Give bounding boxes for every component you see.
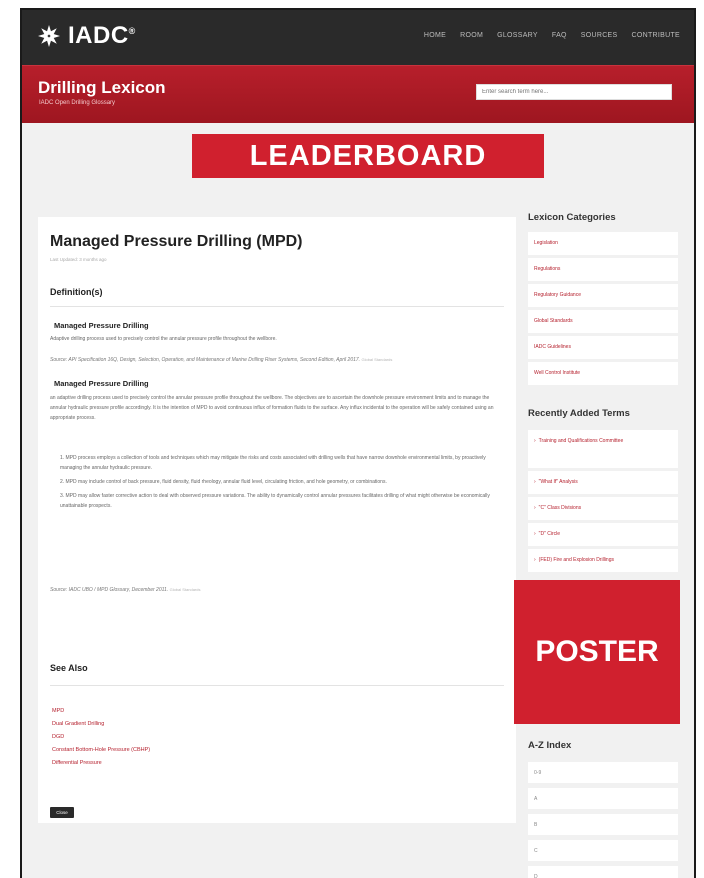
definition-source: Source: API Specification 16Q, Design, S… — [50, 357, 393, 363]
az-index-item[interactable]: B — [528, 814, 678, 835]
see-also-list: MPD Dual Gradient Drilling DGD Constant … — [52, 705, 150, 770]
page-title: Managed Pressure Drilling (MPD) — [50, 233, 303, 250]
category-item[interactable]: Well Control Institute — [528, 362, 678, 385]
leaderboard-ad[interactable]: LEADERBOARD — [192, 134, 544, 178]
site-logo[interactable]: IADC® — [36, 22, 136, 50]
see-also-link[interactable]: Dual Gradient Drilling — [52, 718, 150, 731]
nav-room[interactable]: ROOM — [460, 32, 483, 39]
see-also-heading: See Also — [50, 663, 88, 673]
nav-home[interactable]: HOME — [424, 32, 446, 39]
az-index-item[interactable]: 0-9 — [528, 762, 678, 783]
az-index-list: 0-9 A B C D — [528, 762, 678, 878]
category-item[interactable]: IADC Guidelines — [528, 336, 678, 359]
category-item[interactable]: Legislation — [528, 232, 678, 255]
source-tag[interactable]: Global Standards — [361, 357, 392, 362]
az-index-item[interactable]: D — [528, 866, 678, 878]
chevron-right-icon: › — [534, 479, 536, 485]
definitions-heading: Definition(s) — [50, 287, 103, 297]
iadc-logo-icon — [38, 25, 60, 47]
recent-terms-list: › Training and Qualifications Committee ›… — [528, 430, 678, 575]
chevron-right-icon: › — [534, 438, 536, 444]
az-index-heading: A-Z Index — [528, 740, 572, 751]
recent-term-item[interactable]: › "What If" Analysis — [528, 471, 678, 494]
definition-title: Managed Pressure Drilling — [54, 321, 149, 330]
recent-terms-heading: Recently Added Terms — [528, 408, 630, 419]
chevron-right-icon: › — [534, 505, 536, 511]
see-also-link[interactable]: MPD — [52, 705, 150, 718]
page-frame: IADC® HOME ROOM GLOSSARY FAQ SOURCES CON… — [20, 8, 696, 878]
close-button[interactable]: Close — [50, 807, 74, 818]
see-also-link[interactable]: Differential Pressure — [52, 757, 150, 770]
definition-text: an adaptive drilling process used to pre… — [50, 395, 494, 421]
definition-text: Adaptive drilling process used to precis… — [50, 336, 277, 342]
recent-term-item[interactable]: › "C" Class Divisions — [528, 497, 678, 520]
lexicon-header: Drilling Lexicon IADC Open Drilling Glos… — [22, 65, 694, 123]
list-item: 3. MPD may allow faster corrective actio… — [60, 493, 490, 509]
list-item: 1. MPD process employs a collection of t… — [60, 455, 486, 471]
nav-contribute[interactable]: CONTRIBUTE — [632, 32, 681, 39]
definition-list: 1. MPD process employs a collection of t… — [60, 453, 500, 515]
search-input[interactable] — [476, 84, 672, 100]
az-index-item[interactable]: C — [528, 840, 678, 861]
category-item[interactable]: Global Standards — [528, 310, 678, 333]
category-item[interactable]: Regulations — [528, 258, 678, 281]
az-index-item[interactable]: A — [528, 788, 678, 809]
divider — [50, 685, 504, 686]
site-title[interactable]: Drilling Lexicon — [38, 78, 166, 98]
chevron-right-icon: › — [534, 557, 536, 563]
recent-term-item[interactable]: › "D" Circle — [528, 523, 678, 546]
recent-term-item[interactable]: › (FED) Fire and Explosion Drillings — [528, 549, 678, 572]
nav-sources[interactable]: SOURCES — [581, 32, 618, 39]
divider — [50, 306, 504, 307]
category-item[interactable]: Regulatory Guidance — [528, 284, 678, 307]
definition-title: Managed Pressure Drilling — [54, 379, 149, 388]
top-navbar: IADC® HOME ROOM GLOSSARY FAQ SOURCES CON… — [22, 10, 694, 65]
logo-text: IADC® — [68, 22, 136, 49]
site-subtitle: IADC Open Drilling Glossary — [39, 100, 116, 106]
recent-term-item[interactable]: › Training and Qualifications Committee — [528, 430, 678, 468]
list-item: 2. MPD may include control of back press… — [60, 479, 387, 485]
chevron-right-icon: › — [534, 531, 536, 537]
see-also-link[interactable]: DGD — [52, 731, 150, 744]
see-also-link[interactable]: Constant Bottom-Hole Pressure (CBHP) — [52, 744, 150, 757]
main-nav: HOME ROOM GLOSSARY FAQ SOURCES CONTRIBUT… — [424, 32, 680, 39]
term-card: Managed Pressure Drilling (MPD) Last Upd… — [38, 217, 516, 823]
categories-heading: Lexicon Categories — [528, 212, 616, 223]
nav-faq[interactable]: FAQ — [552, 32, 567, 39]
categories-list: Legislation Regulations Regulatory Guida… — [528, 232, 678, 388]
poster-ad[interactable]: POSTER — [514, 580, 680, 724]
source-tag[interactable]: Global Standards — [170, 587, 201, 592]
definition-source: Source: IADC UBO / MPD Glossary, Decembe… — [50, 587, 201, 593]
nav-glossary[interactable]: GLOSSARY — [497, 32, 538, 39]
last-updated: Last Updated: 3 months ago — [50, 257, 107, 262]
